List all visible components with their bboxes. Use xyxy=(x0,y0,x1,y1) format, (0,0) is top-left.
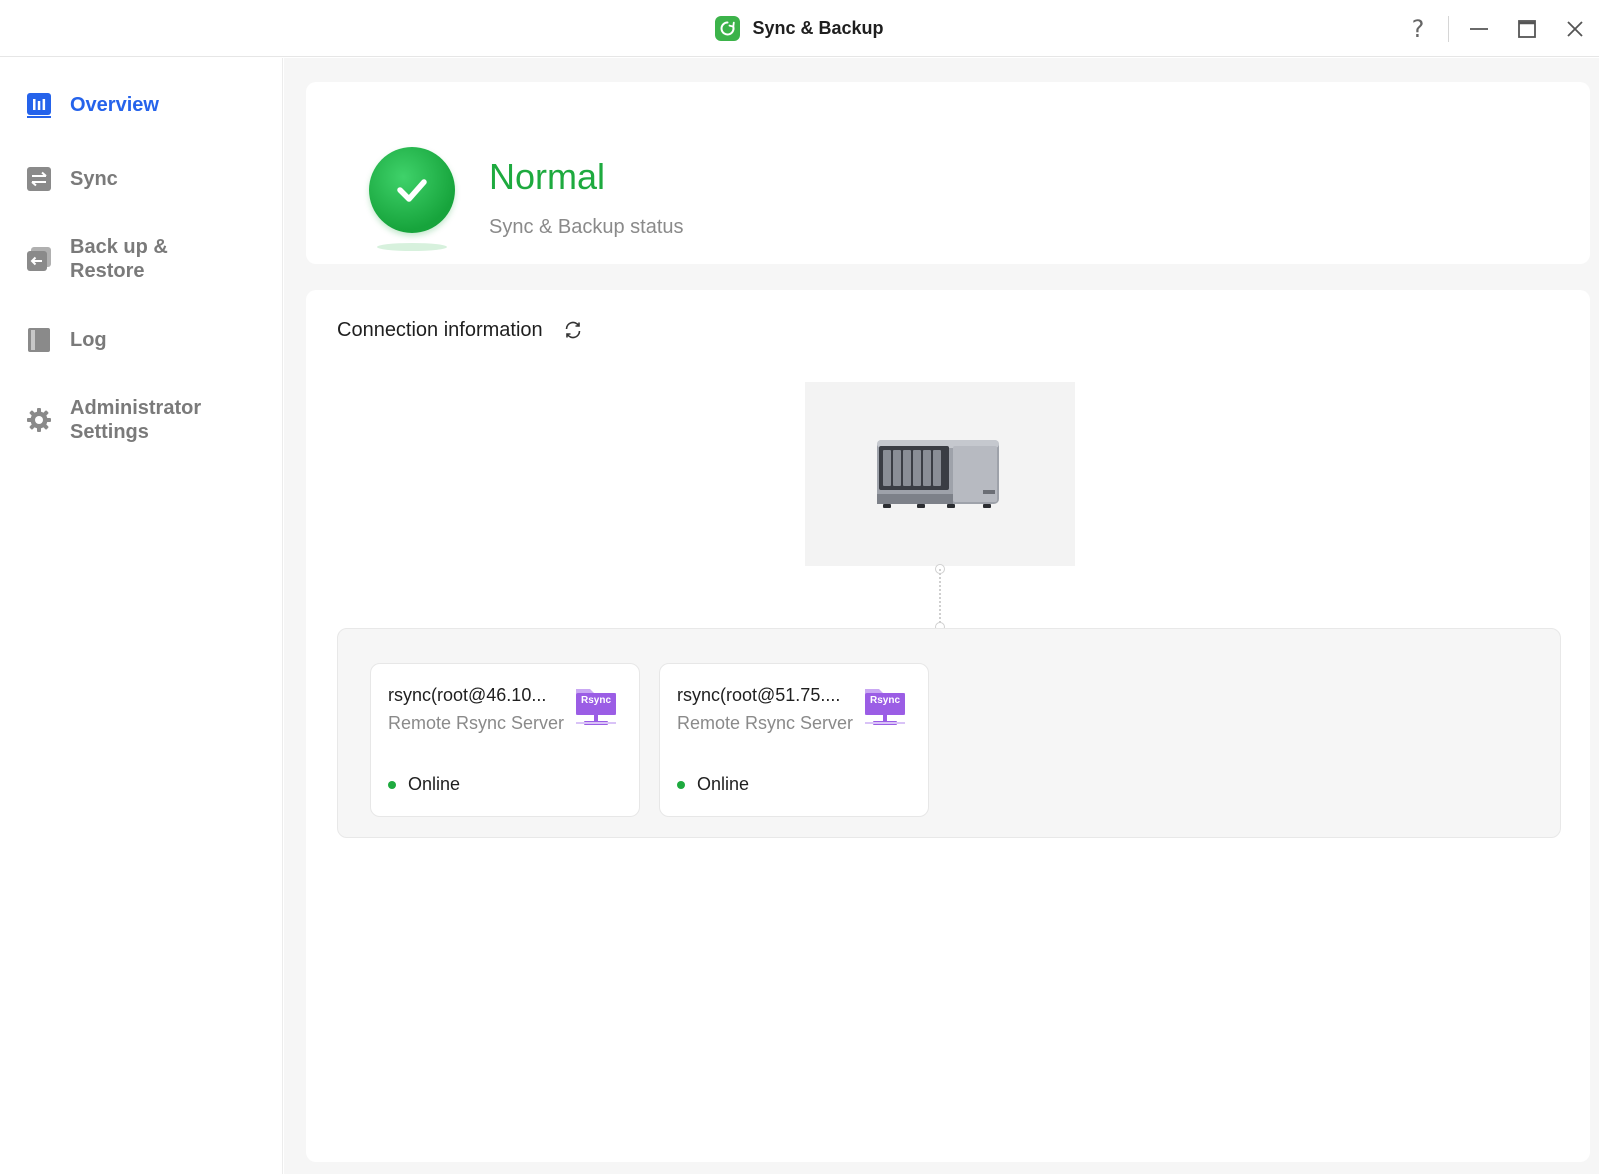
sidebar-item-label: Log xyxy=(70,329,107,351)
connection-title: Connection information xyxy=(337,318,543,341)
refresh-button[interactable] xyxy=(561,318,585,342)
app-logo-icon xyxy=(715,16,741,41)
target-type: Remote Rsync Server xyxy=(388,713,565,733)
minimize-button[interactable] xyxy=(1455,0,1503,57)
target-type: Remote Rsync Server xyxy=(677,713,854,733)
sidebar-item-admin-settings[interactable]: Administrator Settings xyxy=(26,396,230,444)
help-icon: ? xyxy=(1411,14,1425,43)
backup-restore-icon xyxy=(26,246,52,272)
rsync-folder-icon: Rsync xyxy=(863,685,907,729)
connection-card: Connection information rsync(root@46.10.… xyxy=(306,290,1590,1162)
sidebar-item-log[interactable]: Log xyxy=(26,327,230,353)
window-title: Sync & Backup xyxy=(752,18,884,38)
target-status: Online xyxy=(677,774,749,795)
minimize-icon xyxy=(1470,27,1488,30)
nas-device-icon xyxy=(877,440,999,508)
check-circle-icon xyxy=(369,147,455,233)
help-button[interactable]: ? xyxy=(1394,0,1442,57)
rsync-folder-icon: Rsync xyxy=(574,685,618,729)
target-status-text: Online xyxy=(697,774,750,794)
connection-line xyxy=(939,569,941,627)
maximize-icon xyxy=(1518,19,1536,38)
title-bar: Sync & Backup ? xyxy=(0,0,1599,57)
sidebar-item-label: Sync xyxy=(70,168,118,190)
target-name: rsync(root@46.10... xyxy=(388,685,547,705)
close-button[interactable] xyxy=(1551,0,1599,57)
status-subtitle: Sync & Backup status xyxy=(489,216,684,238)
local-device xyxy=(805,382,1075,566)
main-content: Normal Sync & Backup status Connection i… xyxy=(284,58,1599,1174)
gear-icon xyxy=(26,407,52,433)
sidebar-item-label: Back up & Restore xyxy=(70,236,168,282)
maximize-button[interactable] xyxy=(1503,0,1551,57)
controls-divider xyxy=(1448,15,1449,42)
status-icon-shadow xyxy=(377,243,447,251)
close-icon xyxy=(1567,20,1583,37)
overview-chart-icon xyxy=(26,92,52,118)
online-status-dot xyxy=(677,780,685,789)
target-card[interactable]: rsync(root@51.75.... Remote Rsync Server… xyxy=(659,663,929,817)
sidebar-item-label: Administrator Settings xyxy=(70,397,202,443)
target-status-text: Online xyxy=(408,774,461,794)
target-card[interactable]: rsync(root@46.10... Remote Rsync Server … xyxy=(370,663,640,817)
status-card: Normal Sync & Backup status xyxy=(306,82,1590,264)
sidebar-item-label: Overview xyxy=(70,94,159,116)
connection-header: Connection information xyxy=(337,318,585,342)
window-controls: ? xyxy=(1394,0,1599,57)
sync-arrows-icon xyxy=(26,166,52,192)
rsync-icon-label: Rsync xyxy=(869,695,900,706)
sidebar: Overview Sync Back up & Restore Log Admi… xyxy=(0,58,283,1174)
target-name: rsync(root@51.75.... xyxy=(677,685,841,705)
window-title-group: Sync & Backup xyxy=(0,0,1599,57)
sidebar-item-backup-restore[interactable]: Back up & Restore xyxy=(26,235,230,283)
targets-area: rsync(root@46.10... Remote Rsync Server … xyxy=(337,628,1561,838)
online-status-dot xyxy=(388,780,396,789)
status-title: Normal xyxy=(489,156,606,197)
sidebar-item-overview[interactable]: Overview xyxy=(26,92,230,118)
target-status: Online xyxy=(388,774,460,795)
refresh-icon xyxy=(565,321,580,339)
rsync-icon-label: Rsync xyxy=(580,695,611,706)
log-book-icon xyxy=(26,327,52,353)
sidebar-item-sync[interactable]: Sync xyxy=(26,166,230,192)
